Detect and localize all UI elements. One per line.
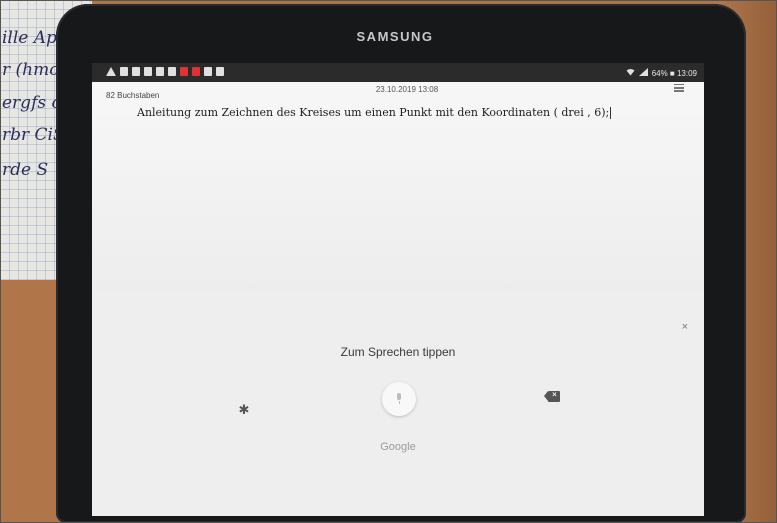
handwriting-line: ergfs o	[2, 93, 62, 113]
note-editor[interactable]: 82 Buchstaben 23.10.2019 13:08 Anleitung…	[92, 82, 704, 291]
note-datetime: 23.10.2019 13:08	[375, 85, 439, 94]
voice-input-panel: × Zum Sprechen tippen ✱ × Google	[92, 291, 704, 516]
microphone-icon	[397, 393, 401, 400]
google-label: Google	[380, 441, 416, 453]
notification-icon	[180, 67, 188, 76]
notification-icons	[106, 67, 224, 76]
notification-icon	[192, 67, 200, 76]
notification-icon	[168, 67, 176, 76]
note-text: Anleitung zum Zeichnen des Kreises um ei…	[137, 106, 610, 119]
notification-icon	[144, 67, 152, 76]
close-icon[interactable]: ×	[682, 321, 688, 333]
character-count: 82 Buchstaben	[106, 91, 160, 100]
signal-icon	[638, 68, 648, 78]
notification-icon	[156, 67, 164, 76]
tap-to-speak-label: Zum Sprechen tippen	[340, 345, 456, 359]
wifi-small-icon	[216, 67, 224, 76]
note-text-field[interactable]: Anleitung zum Zeichnen des Kreises um ei…	[137, 106, 612, 119]
status-right: 64% ■ 13:09	[626, 68, 697, 78]
brand-logo: SAMSUNG	[356, 29, 434, 44]
text-cursor	[610, 107, 612, 119]
microphone-button[interactable]	[382, 382, 416, 416]
menu-icon[interactable]	[674, 82, 684, 92]
backspace-icon[interactable]: ×	[544, 390, 560, 402]
notification-icon	[132, 67, 140, 76]
notification-icon	[120, 67, 128, 76]
handwriting-line: rde S	[2, 160, 49, 180]
settings-gear-icon[interactable]: ✱	[237, 403, 251, 417]
notification-icon	[204, 67, 212, 76]
status-bar: 64% ■ 13:09	[92, 63, 704, 82]
wifi-icon	[626, 68, 635, 78]
warning-icon	[106, 67, 116, 76]
battery-status-text: 64% ■ 13:09	[651, 68, 697, 78]
tablet-screen: 64% ■ 13:09 82 Buchstaben 23.10.2019 13:…	[92, 63, 704, 516]
